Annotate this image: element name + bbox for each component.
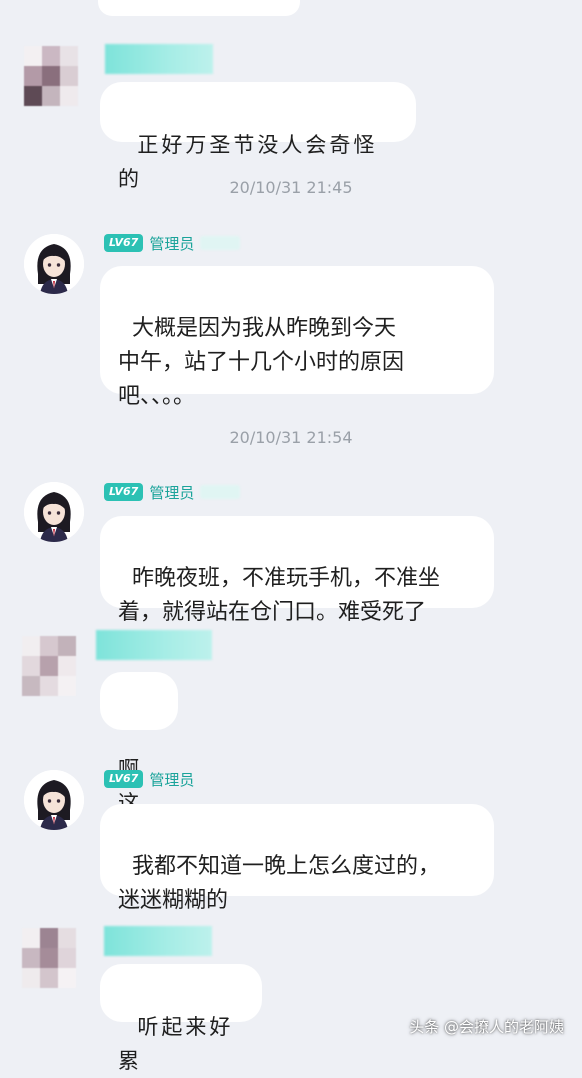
role-label: 管理员 <box>149 234 195 253</box>
level-badge: LV67 <box>104 483 144 501</box>
admin-badge: LV67 管理员 <box>104 481 241 503</box>
message-bubble[interactable]: 大概是因为我从昨晚到今天 中午，站了十几个小时的原因 吧、、。。 <box>100 266 494 409</box>
message-bubble[interactable]: 我都不知道一晚上怎么度过的， 迷迷糊糊的 <box>100 804 494 913</box>
user-avatar-blurred[interactable] <box>24 46 78 108</box>
user-avatar-blurred[interactable] <box>22 636 76 698</box>
role-label: 管理员 <box>149 770 195 789</box>
message-bubble[interactable]: 昨晚夜班，不准玩手机，不准坐 着，就得站在仓门口。难受死了 <box>100 516 494 625</box>
admin-avatar[interactable] <box>24 234 84 294</box>
name-blurred <box>200 236 241 250</box>
message-text: 听起来好累 <box>118 1015 234 1073</box>
level-badge: LV67 <box>104 770 144 788</box>
message-text: 大概是因为我从昨晚到今天 中午，站了十几个小时的原因 吧、、。。 <box>118 316 405 409</box>
message-bubble[interactable]: 啊这 <box>100 672 178 815</box>
anime-girl-avatar-icon <box>24 482 84 542</box>
level-badge: LV67 <box>104 234 144 252</box>
user-name-blurred <box>104 926 212 956</box>
anime-girl-avatar-icon <box>24 770 84 830</box>
user-name-blurred <box>105 44 213 74</box>
message-text: 我都不知道一晚上怎么度过的， 迷迷糊糊的 <box>118 854 441 913</box>
timestamp: 20/10/31 21:45 <box>229 178 353 197</box>
admin-badge: LV67 管理员 <box>104 232 241 254</box>
anime-girl-avatar-icon <box>24 234 84 294</box>
message-bubble[interactable]: 正好万圣节没人会奇怪的 <box>100 82 416 191</box>
user-avatar-blurred[interactable] <box>22 928 76 990</box>
watermark: 头条 @会撩人的老阿姨 <box>409 1018 564 1036</box>
admin-badge: LV67 管理员 <box>104 768 194 790</box>
timestamp: 20/10/31 21:54 <box>229 428 353 447</box>
role-label: 管理员 <box>149 483 195 502</box>
message-text: 昨晚夜班，不准玩手机，不准坐 着，就得站在仓门口。难受死了 <box>118 566 441 625</box>
admin-avatar[interactable] <box>24 482 84 542</box>
message-bubble[interactable]: 听起来好累 <box>100 964 262 1073</box>
name-blurred <box>200 485 241 499</box>
admin-avatar[interactable] <box>24 770 84 830</box>
user-name-blurred <box>96 630 212 660</box>
previous-message-bubble <box>98 0 300 16</box>
